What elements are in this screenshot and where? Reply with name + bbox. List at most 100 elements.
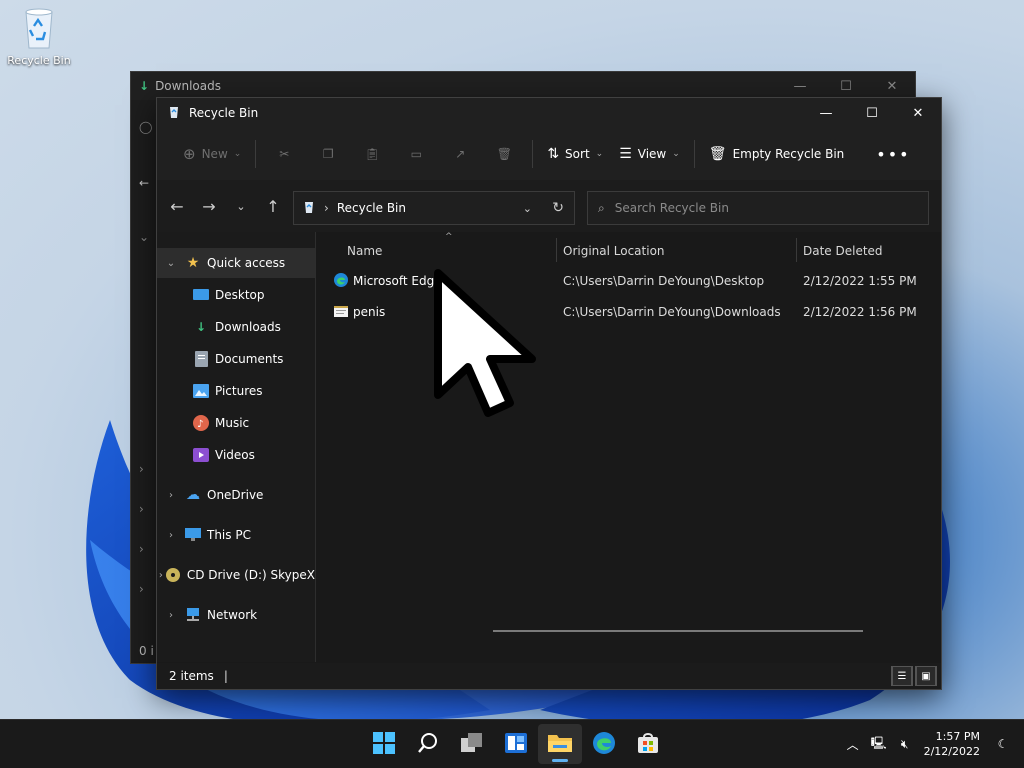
maximize-icon[interactable]: ☐ — [823, 72, 869, 100]
back-button[interactable]: ← — [161, 190, 193, 222]
share-button[interactable]: ↗ — [438, 137, 482, 171]
sidebar-item-onedrive[interactable]: › ☁ OneDrive — [157, 480, 315, 510]
focus-assist-button[interactable]: ☾ — [990, 737, 1016, 751]
new-label: New — [201, 147, 228, 161]
address-bar[interactable]: › Recycle Bin ⌄ ↻ — [293, 191, 575, 225]
item-count: 2 items — [169, 669, 214, 683]
column-header-date-deleted[interactable]: Date Deleted — [803, 238, 883, 264]
delete-button[interactable]: 🗑︎ — [482, 137, 526, 171]
maximize-button[interactable]: ☐ — [849, 98, 895, 128]
network-monitor-icon: 🖳︎ — [870, 735, 887, 750]
sidebar-item-quick-access[interactable]: ⌄ ★ Quick access — [157, 248, 315, 278]
more-options-button[interactable]: ••• — [868, 137, 918, 171]
show-hidden-icons-button[interactable]: ︿ — [840, 736, 866, 753]
refresh-icon[interactable]: ↻ — [552, 200, 564, 216]
file-date-deleted: 2/12/2022 1:56 PM — [803, 305, 917, 319]
downloads-sidebar-strip: ◯ ← ⌄ › › › › 0 i — [131, 100, 157, 662]
desktop-recycle-bin[interactable]: Recycle Bin — [4, 6, 74, 67]
downloads-status-fragment: 0 i — [139, 644, 154, 658]
trash-icon: 🗑︎ — [496, 147, 512, 161]
up-button[interactable]: ↑ — [257, 190, 289, 222]
navigation-bar: ← → ⌄ ↑ › Recycle Bin ⌄ ↻ ⌕ Search Recyc… — [157, 180, 941, 232]
sort-button[interactable]: ⇅ Sort ⌄ — [539, 137, 611, 171]
task-view-button[interactable] — [450, 724, 494, 764]
new-button[interactable]: ⊕ New ⌄ — [175, 137, 249, 171]
minimize-button[interactable]: — — [803, 98, 849, 128]
sidebar-item-cd-drive[interactable]: › CD Drive (D:) SkypeX — [157, 560, 315, 590]
search-button[interactable] — [406, 724, 450, 764]
sidebar-label: OneDrive — [207, 488, 264, 502]
recent-locations-button[interactable]: ⌄ — [225, 190, 257, 222]
sidebar-item-this-pc[interactable]: › This PC — [157, 520, 315, 550]
column-header-original-location[interactable]: Original Location — [563, 238, 665, 264]
back-arrow-icon[interactable]: ← — [139, 176, 149, 190]
scissors-icon: ✂ — [279, 147, 290, 161]
taskbar: ︿ 🖳︎ 🔇︎ 1:57 PM 2/12/2022 ☾ — [0, 719, 1024, 768]
breadcrumb-separator-icon: › — [324, 201, 329, 215]
file-date-deleted: 2/12/2022 1:55 PM — [803, 274, 917, 288]
paste-button[interactable]: 📋︎ — [350, 137, 394, 171]
file-row[interactable]: penis C:\Users\Darrin DeYoung\Downloads … — [333, 297, 941, 327]
view-label: View — [637, 147, 667, 161]
column-label: Date Deleted — [803, 244, 883, 258]
view-button[interactable]: ☰ View ⌄ — [611, 137, 688, 171]
chevron-down-icon: ⌄ — [595, 149, 604, 159]
edge-taskbar-button[interactable] — [582, 724, 626, 764]
sidebar-item-network[interactable]: › Network — [157, 600, 315, 630]
chevron-right-icon: › — [139, 582, 144, 596]
widgets-icon — [504, 732, 528, 757]
sort-ascending-icon: ^ — [445, 232, 453, 242]
edge-shortcut-icon — [333, 272, 349, 291]
large-icons-view-button[interactable]: ▣ — [915, 666, 937, 686]
cut-button[interactable]: ✂ — [262, 137, 306, 171]
trash-icon: 🗑︎ — [708, 146, 727, 162]
file-row[interactable]: Microsoft Edge C:\Users\Darrin DeYoung\D… — [333, 266, 941, 296]
address-dropdown-icon[interactable]: ⌄ — [523, 202, 532, 215]
clock-date: 2/12/2022 — [923, 745, 980, 758]
horizontal-scrollbar[interactable] — [493, 630, 863, 632]
music-icon: ♪ — [193, 415, 209, 431]
task-view-icon — [460, 732, 484, 757]
sort-arrows-icon: ⇅ — [547, 146, 560, 162]
details-view-icon: ☰ — [892, 666, 912, 686]
chevron-up-icon: ︿ — [846, 737, 859, 752]
close-button[interactable]: ✕ — [895, 98, 941, 128]
close-icon[interactable]: ✕ — [869, 72, 915, 100]
info-icon: ◯ — [139, 120, 153, 134]
breadcrumb-recycle-bin[interactable]: Recycle Bin — [337, 201, 406, 215]
search-box[interactable]: ⌕ Search Recycle Bin — [587, 191, 929, 225]
widgets-button[interactable] — [494, 724, 538, 764]
folder-icon — [547, 732, 573, 757]
large-icons-view-icon: ▣ — [916, 666, 936, 686]
sidebar-label: Desktop — [215, 288, 265, 302]
status-bar: 2 items | ☰ ▣ — [157, 663, 941, 689]
arrow-left-icon: ← — [170, 196, 184, 216]
copy-button[interactable]: ❐ — [306, 137, 350, 171]
file-list: Name ^ Original Location Date Deleted Mi… — [317, 232, 941, 662]
volume-tray-button[interactable]: 🔇︎ — [892, 737, 918, 752]
sidebar-label: Network — [207, 608, 258, 622]
store-taskbar-button[interactable] — [626, 724, 670, 764]
recycle-bin-window[interactable]: Recycle Bin — ☐ ✕ ⊕ New ⌄ ✂ ❐ 📋︎ ▭ ↗ 🗑︎ … — [156, 97, 942, 690]
column-label: Original Location — [563, 244, 665, 258]
column-header-name[interactable]: Name — [347, 238, 382, 264]
desktop-icon — [193, 287, 209, 303]
rename-button[interactable]: ▭ — [394, 137, 438, 171]
details-view-button[interactable]: ☰ — [891, 666, 913, 686]
navigation-pane: ⌄ ★ Quick access Desktop 📌︎ ↓ Downloads … — [157, 232, 345, 662]
windows-logo-icon — [373, 731, 395, 757]
search-icon — [417, 732, 439, 757]
start-button[interactable] — [362, 724, 406, 764]
minimize-icon[interactable]: — — [777, 72, 823, 100]
speaker-muted-icon: 🔇︎ — [900, 736, 909, 751]
sidebar-label: Downloads — [215, 320, 281, 334]
empty-recycle-bin-button[interactable]: 🗑︎ Empty Recycle Bin — [701, 137, 852, 171]
documents-icon — [193, 351, 209, 367]
plus-circle-icon: ⊕ — [183, 145, 196, 163]
forward-button[interactable]: → — [193, 190, 225, 222]
sidebar-label: Quick access — [207, 256, 286, 270]
file-explorer-taskbar-button[interactable] — [538, 724, 582, 764]
network-tray-button[interactable]: 🖳︎ — [866, 734, 892, 755]
copy-icon: ❐ — [322, 147, 334, 161]
clock[interactable]: 1:57 PM 2/12/2022 — [924, 729, 980, 759]
